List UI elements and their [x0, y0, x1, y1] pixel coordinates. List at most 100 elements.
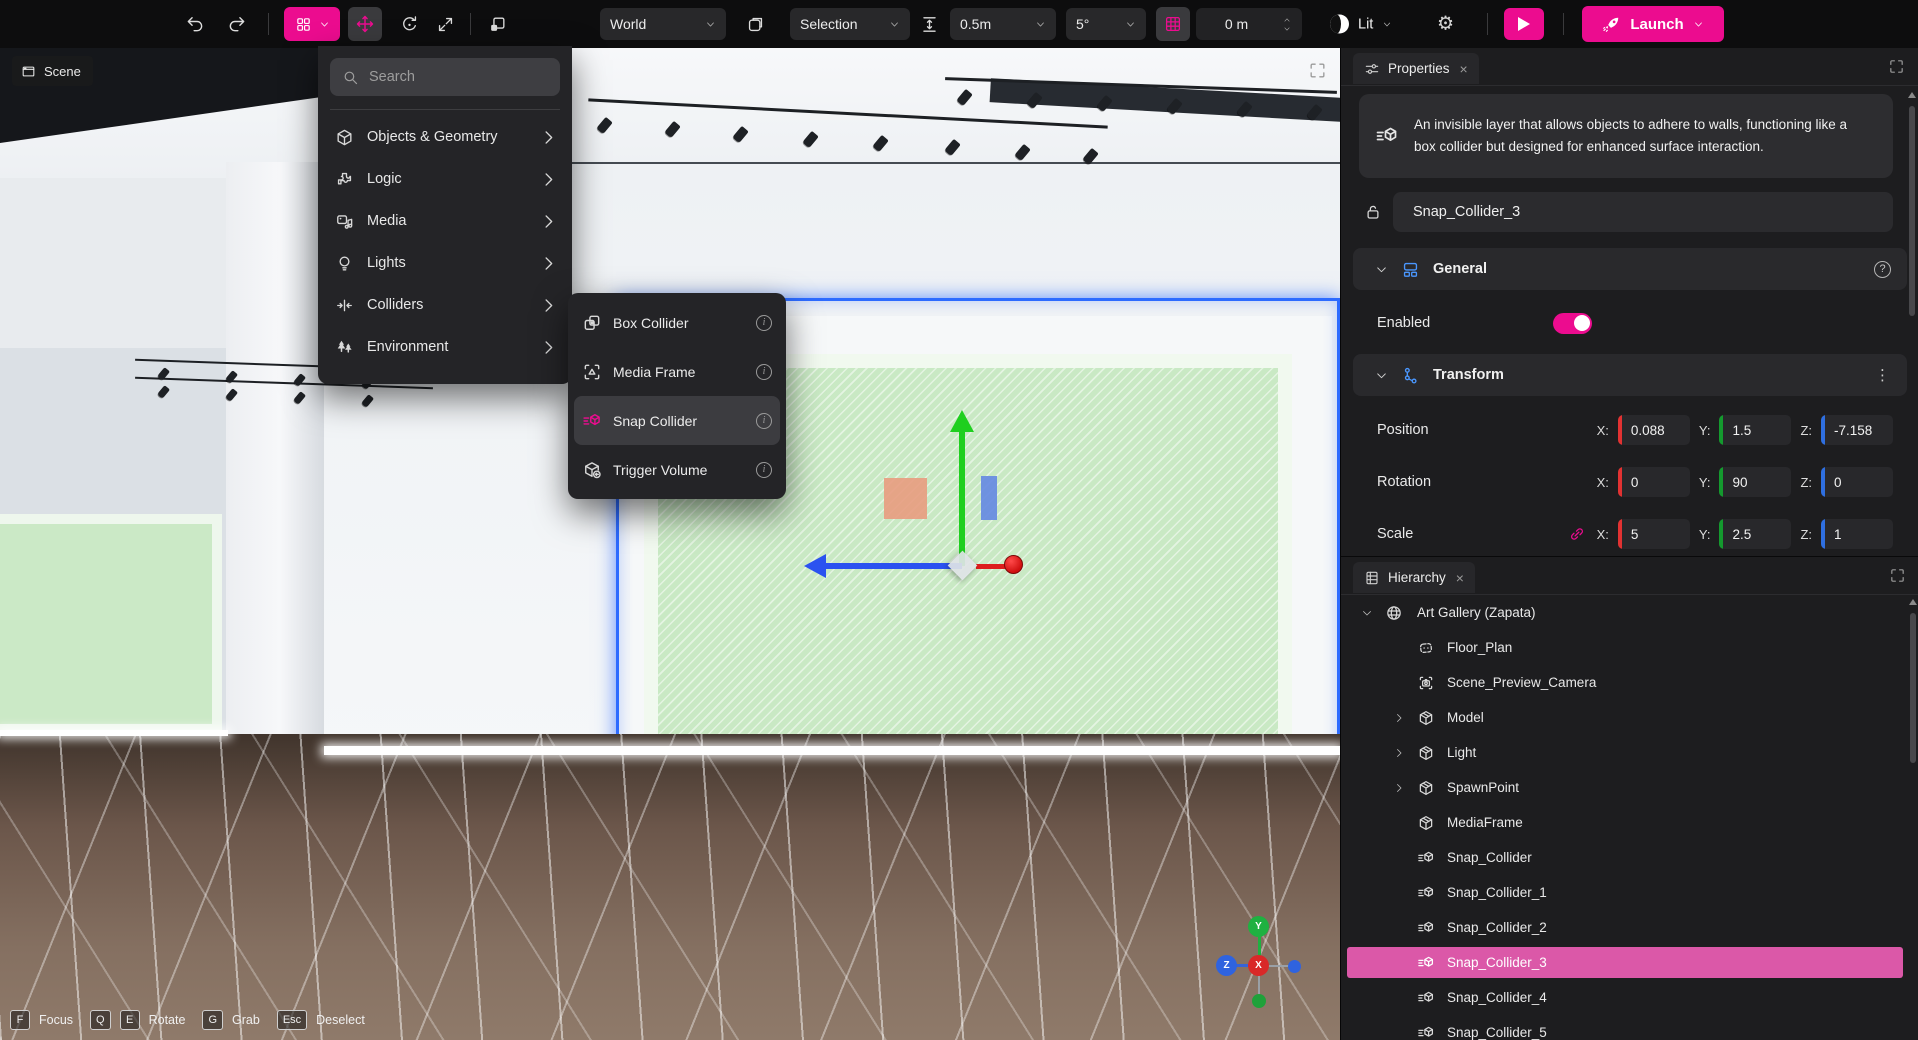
chevron-down-icon[interactable] — [1361, 607, 1373, 619]
gizmo-x-axis-handle[interactable] — [1004, 555, 1023, 574]
box-collider-icon — [582, 313, 602, 333]
properties-expand-icon[interactable] — [1888, 58, 1905, 75]
entity-name-field[interactable]: Snap_Collider_3 — [1393, 192, 1893, 232]
move-tool-button[interactable] — [348, 7, 382, 41]
chevron-down-icon — [319, 19, 330, 30]
scale-y-field[interactable]: 2.5 — [1719, 519, 1791, 549]
tree-row-light[interactable]: Light — [1341, 735, 1918, 770]
axnav-y-neg-dot[interactable] — [1252, 994, 1266, 1008]
rotation-x-field[interactable]: 0 — [1618, 467, 1690, 497]
section-transform[interactable]: Transform ⋮ — [1353, 354, 1907, 396]
launch-button[interactable]: Launch — [1582, 6, 1724, 42]
rotate-snap-value: 5° — [1076, 16, 1116, 32]
viewport-canvas[interactable]: Scene Y Z X F Focus Q E Rotate G Grab Es… — [0, 48, 1340, 1040]
search-input[interactable] — [330, 58, 560, 96]
rotate-tool-button[interactable] — [392, 7, 426, 41]
info-icon[interactable]: i — [756, 413, 772, 429]
scale-z-field[interactable]: 1 — [1821, 519, 1893, 549]
world-space-dropdown[interactable]: World — [600, 8, 726, 40]
info-icon[interactable]: i — [756, 364, 772, 380]
tree-row-floor-plan[interactable]: Floor_Plan — [1341, 630, 1918, 665]
axnav-z-ball[interactable]: Z — [1216, 955, 1237, 976]
scroll-up-arrow[interactable] — [1908, 92, 1916, 98]
tree-row-mediaframe[interactable]: MediaFrame — [1341, 805, 1918, 840]
help-icon[interactable]: ? — [1874, 261, 1891, 278]
tree-row-scene-preview-camera[interactable]: Scene_Preview_Camera — [1341, 665, 1918, 700]
enabled-toggle[interactable] — [1553, 313, 1592, 334]
menu-item-environment[interactable]: Environment — [318, 326, 572, 368]
chevron-right-icon[interactable] — [1393, 747, 1405, 759]
tree-row-snap-collider-4[interactable]: Snap_Collider_4 — [1341, 980, 1918, 1015]
step-down-icon[interactable] — [1282, 25, 1292, 33]
menu-item-media[interactable]: Media — [318, 200, 572, 242]
package-icon — [1417, 779, 1435, 797]
tree-row-snap-collider[interactable]: Snap_Collider — [1341, 840, 1918, 875]
submenu-item-box-collider[interactable]: Box Collider i — [574, 298, 780, 347]
tree-row-spawnpoint[interactable]: SpawnPoint — [1341, 770, 1918, 805]
viewport-expand-icon[interactable] — [1308, 61, 1327, 80]
grid-toggle-button[interactable] — [1156, 7, 1190, 41]
scale-x-field[interactable]: 5 — [1618, 519, 1690, 549]
menu-item-lights[interactable]: Lights — [318, 242, 572, 284]
position-y-field[interactable]: 1.5 — [1719, 415, 1791, 445]
pivot-mode-dropdown[interactable]: Selection — [790, 8, 910, 40]
tab-properties[interactable]: Properties × — [1353, 53, 1479, 84]
build-menu-button[interactable] — [284, 7, 340, 41]
toolbar-divider — [1563, 13, 1564, 35]
info-icon[interactable]: i — [756, 315, 772, 331]
submenu-item-snap-collider[interactable]: Snap Collider i — [574, 396, 780, 445]
grid-snap-dropdown[interactable]: 0.5m — [950, 8, 1056, 40]
chevron-right-icon[interactable] — [1393, 782, 1405, 794]
tree-row-art-gallery[interactable]: Art Gallery (Zapata) — [1341, 595, 1918, 630]
submenu-item-trigger-volume[interactable]: Trigger Volume i — [574, 445, 780, 494]
undo-icon[interactable] — [185, 14, 205, 34]
chevron-right-icon — [539, 212, 558, 231]
lock-open-icon[interactable] — [1364, 202, 1382, 222]
snap-axis-button[interactable] — [912, 7, 946, 41]
tree-row-snap-collider-3[interactable]: Snap_Collider_3 — [1341, 945, 1918, 980]
gizmo-z-axis-arrow[interactable] — [826, 563, 962, 569]
tree-row-snap-collider-1[interactable]: Snap_Collider_1 — [1341, 875, 1918, 910]
link-icon[interactable] — [1568, 525, 1586, 543]
duplicate-button[interactable] — [738, 7, 772, 41]
axnav-y-ball[interactable]: Y — [1248, 916, 1269, 937]
gizmo-y-axis-arrow[interactable] — [959, 430, 965, 566]
rotation-z-field[interactable]: 0 — [1821, 467, 1893, 497]
axnav-x-neg-dot[interactable] — [1288, 960, 1301, 973]
rotate-snap-dropdown[interactable]: 5° — [1066, 8, 1146, 40]
submenu-item-media-frame[interactable]: Media Frame i — [574, 347, 780, 396]
kebab-menu-icon[interactable]: ⋮ — [1875, 366, 1891, 384]
menu-item-colliders[interactable]: Colliders — [318, 284, 572, 326]
scale-tool-button[interactable] — [428, 7, 462, 41]
gizmo-plane-handle-z[interactable] — [981, 476, 997, 520]
close-icon[interactable]: × — [1456, 570, 1464, 586]
info-icon[interactable]: i — [756, 462, 772, 478]
menu-item-logic[interactable]: Logic — [318, 158, 572, 200]
step-up-icon[interactable] — [1282, 16, 1292, 24]
rotation-y-field[interactable]: 90 — [1719, 467, 1791, 497]
play-icon — [1518, 17, 1530, 31]
section-general[interactable]: General ? — [1353, 248, 1907, 290]
pivot-mode-value: Selection — [800, 16, 880, 32]
shading-mode-dropdown[interactable]: Lit — [1330, 15, 1392, 34]
play-button[interactable] — [1504, 8, 1544, 40]
tree-row-snap-collider-5[interactable]: Snap_Collider_5 — [1341, 1015, 1918, 1040]
position-z-field[interactable]: -7.158 — [1821, 415, 1893, 445]
chevron-right-icon[interactable] — [1393, 712, 1405, 724]
close-icon[interactable]: × — [1460, 61, 1468, 77]
settings-gear-icon[interactable]: ⚙ — [1437, 13, 1454, 36]
tab-hierarchy[interactable]: Hierarchy × — [1353, 562, 1475, 593]
menu-item-objects-geometry[interactable]: Objects & Geometry — [318, 116, 572, 158]
gizmo-plane-handle-x[interactable] — [884, 478, 927, 519]
position-x-field[interactable]: 0.088 — [1618, 415, 1690, 445]
tree-row-snap-collider-2[interactable]: Snap_Collider_2 — [1341, 910, 1918, 945]
search-field[interactable] — [369, 69, 539, 85]
redo-icon[interactable] — [227, 14, 247, 34]
transform-space-button[interactable] — [480, 7, 514, 41]
tab-scene[interactable]: Scene — [12, 56, 93, 86]
axis-navigation-gizmo[interactable]: Y Z X — [1188, 906, 1338, 1036]
elevation-stepper[interactable]: 0 m — [1196, 8, 1302, 40]
tree-row-model[interactable]: Model — [1341, 700, 1918, 735]
axnav-x-ball[interactable]: X — [1248, 955, 1269, 976]
hierarchy-expand-icon[interactable] — [1889, 567, 1906, 584]
